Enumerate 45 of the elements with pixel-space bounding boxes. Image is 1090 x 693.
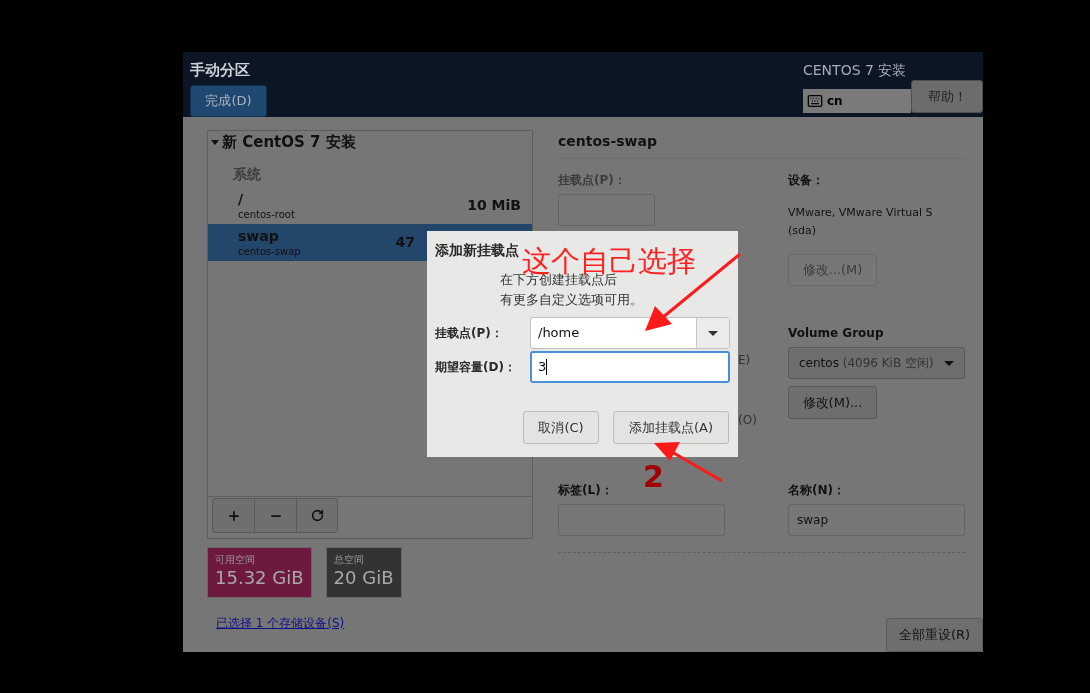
storage-devices-link[interactable]: 已选择 1 个存储设备(S) [216,614,533,632]
space-label: 总空间 [333,554,365,566]
device-name-text: centos-root [238,207,295,221]
device-label: 设备： [788,172,825,189]
details-title: centos-swap [558,131,965,159]
product-title: CENTOS 7 安装 [803,61,907,80]
mount-point-label: 挂载点(P)： [558,172,627,189]
size-text: 10 MiB [467,196,521,215]
hidden-label-fragment: E) [738,352,751,369]
space-label: 可用空间 [215,554,256,566]
dropdown-caret-icon [944,360,954,366]
label-label: 标签(L)： [558,482,614,499]
add-mount-point-button[interactable]: 添加挂载点(A) [613,411,729,444]
name-label: 名称(N)： [788,482,846,499]
cancel-button[interactable]: 取消(C) [523,411,599,444]
dropdown-caret-icon [708,330,718,336]
install-tree-title: 新 CentOS 7 安装 [222,131,356,153]
modify-volume-group-button[interactable]: 修改(M)... [788,386,877,419]
device-description: VMware, VMware Virtual S [788,205,934,221]
annotation-text: 2 [643,460,664,494]
keyboard-layout-field[interactable]: cn [803,89,911,113]
space-value: 15.32 GiB [215,566,304,590]
keyboard-icon [807,93,823,109]
reset-all-button[interactable]: 全部重设(R) [886,618,983,652]
device-description: (sda) [788,223,818,239]
capacity-field[interactable]: 3 [530,351,730,383]
partition-row[interactable]: / centos-root 10 MiB [208,187,532,224]
space-value: 20 GiB [333,566,394,590]
page-title: 手动分区 [190,60,251,81]
mount-point-label: 挂载点(P)： [435,325,504,342]
mount-point-combobox[interactable]: /home [530,317,730,349]
help-button[interactable]: 帮助！ [911,80,983,113]
done-button[interactable]: 完成(D) [190,84,267,117]
mount-point-text: swap [238,227,280,245]
group-label: 系统 [233,165,262,183]
volume-group-label: Volume Group [788,325,885,342]
size-text: 47 [395,233,415,252]
name-field[interactable]: swap [788,504,965,536]
dialog-title: 添加新挂载点 [435,241,520,260]
device-name-text: centos-swap [238,244,301,258]
mount-point-text: / [238,190,245,208]
dialog-description: 有更多自定义选项可用。 [500,291,644,309]
collapse-triangle-icon[interactable] [211,139,219,145]
capacity-label: 期望容量(D)： [435,359,517,376]
hidden-label-fragment: (O) [738,412,757,429]
